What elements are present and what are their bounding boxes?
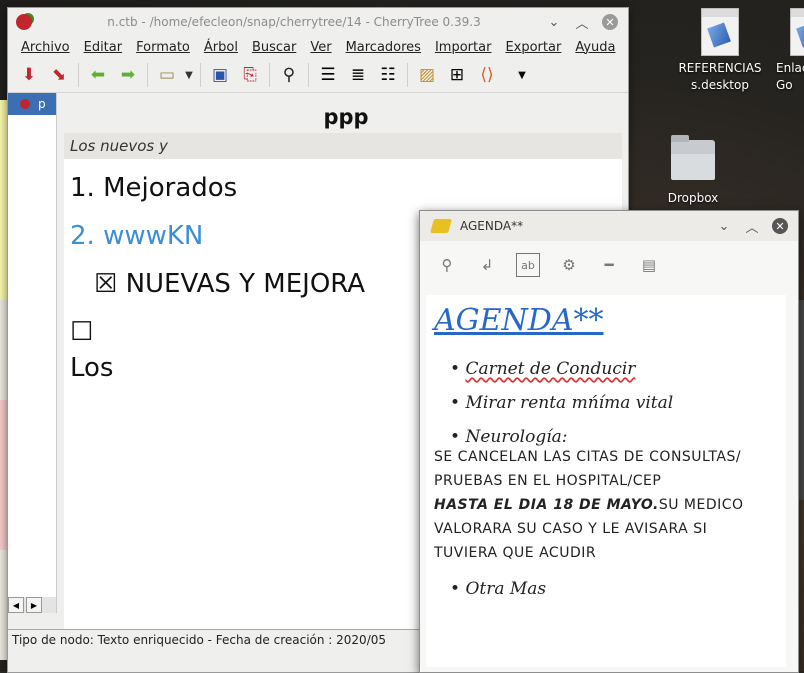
notes-list-icon[interactable]: ▤: [638, 254, 660, 276]
menu-bar: Archivo Editar Formato Árbol Buscar Ver …: [8, 36, 628, 58]
spellcheck-icon[interactable]: ab: [516, 253, 540, 277]
chevron-down-icon[interactable]: ▼: [502, 61, 542, 89]
desktop-file-icon: [701, 8, 739, 56]
window-title: AGENDA**: [460, 219, 524, 233]
menu-archivo[interactable]: Archivo: [14, 40, 77, 55]
todo-list-icon[interactable]: ☷: [373, 61, 403, 89]
list-item-text: Mirar renta mńíma vital: [465, 393, 674, 413]
desktop-icon-referencias[interactable]: REFERENCIAS s.desktop: [670, 8, 770, 94]
menu-ayuda[interactable]: Ayuda: [568, 40, 622, 55]
folder-icon: [671, 135, 715, 180]
toolbar: ⬇ ⬊ ⬅ ➡ ▭ ▼ ▣ ⎘ ⚲ ☰ ≣ ☷ ▨ ⊞ ⟨⟩ ▼: [8, 58, 628, 93]
separator: [407, 63, 408, 87]
link-icon[interactable]: ↲: [476, 254, 498, 276]
add-node-icon[interactable]: ⬇: [14, 61, 44, 89]
gear-icon[interactable]: ⚙: [558, 254, 580, 276]
open-folder-icon[interactable]: ▭: [152, 61, 182, 89]
menu-formato[interactable]: Formato: [129, 40, 197, 55]
separator: [308, 63, 309, 87]
desktop-icon-dropbox[interactable]: Dropbox: [643, 135, 743, 207]
chevron-down-icon[interactable]: ▼: [182, 70, 196, 81]
editor-line: 1. Mejorados: [70, 173, 238, 203]
node-tree[interactable]: p ◀ ▶: [8, 93, 57, 613]
tree-node-label: p: [38, 97, 46, 111]
cherry-icon: [20, 99, 30, 109]
highlighted-line: Los nuevos y: [64, 133, 622, 159]
menu-marcadores[interactable]: Marcadores: [339, 40, 428, 55]
bullet-list-icon[interactable]: ☰: [313, 61, 343, 89]
list-item-text: Neurología:: [465, 427, 568, 447]
note-window: AGENDA** ⌄ ︿ ✕ ⚲ ↲ ab ⚙ ━ ▤ AGENDA** Car…: [419, 210, 799, 673]
list-item: Mirar renta mńíma vital: [450, 393, 673, 413]
note-heading: AGENDA**: [434, 303, 604, 338]
checkbox[interactable]: ☐: [70, 317, 93, 347]
editor-line: Los: [70, 353, 114, 383]
close-icon[interactable]: ✕: [772, 218, 788, 234]
pdf-export-icon[interactable]: ⎘: [235, 61, 265, 89]
add-subnode-icon[interactable]: ⬊: [44, 61, 74, 89]
menu-arbol[interactable]: Árbol: [197, 40, 245, 55]
desktop-icon-label: REFERENCIAS s.desktop: [678, 61, 762, 92]
forward-arrow-icon[interactable]: ➡: [113, 61, 143, 89]
save-icon[interactable]: ▣: [205, 61, 235, 89]
insert-image-icon[interactable]: ▨: [412, 61, 442, 89]
minus-icon[interactable]: ━: [598, 254, 620, 276]
list-item: Carnet de Conducir: [450, 359, 635, 379]
cherry-icon: [16, 14, 32, 30]
back-arrow-icon[interactable]: ⬅: [83, 61, 113, 89]
note-paragraph: SE CANCELAN LAS CITAS DE CONSULTAS/ PRUE…: [434, 445, 774, 565]
menu-ver[interactable]: Ver: [303, 40, 338, 55]
para-bold-text: HASTA EL DIA 18 DE MAYO.: [434, 497, 659, 513]
menu-exportar[interactable]: Exportar: [498, 40, 568, 55]
maximize-icon[interactable]: ︿: [744, 218, 760, 236]
tree-node-selected[interactable]: p: [8, 93, 56, 115]
note-icon: [430, 219, 452, 233]
window-title: n.ctb - /home/efecleon/snap/cherrytree/1…: [107, 15, 481, 29]
menu-importar[interactable]: Importar: [428, 40, 498, 55]
desktop-file-icon: [790, 8, 804, 56]
separator: [200, 63, 201, 87]
search-icon[interactable]: ⚲: [274, 61, 304, 89]
list-item: Neurología:: [450, 427, 568, 447]
editor-line-link[interactable]: 2. wwwKN: [70, 221, 203, 251]
list-item-text: Carnet de Conducir: [465, 359, 636, 379]
search-icon[interactable]: ⚲: [436, 254, 458, 276]
scroll-right-icon[interactable]: ▶: [26, 597, 42, 613]
note-toolbar: ⚲ ↲ ab ⚙ ━ ▤: [420, 241, 798, 289]
numbered-list-icon[interactable]: ≣: [343, 61, 373, 89]
separator: [78, 63, 79, 87]
list-item-text: Otra Mas: [465, 579, 547, 599]
menu-buscar[interactable]: Buscar: [245, 40, 303, 55]
para-text: SE CANCELAN LAS CITAS DE CONSULTAS/ PRUE…: [434, 449, 742, 489]
chevron-down-icon[interactable]: ⌄: [546, 14, 562, 30]
list-item: Otra Mas: [450, 579, 546, 599]
title-bar[interactable]: AGENDA** ⌄ ︿ ✕: [420, 211, 798, 241]
scroll-left-icon[interactable]: ◀: [8, 597, 24, 613]
node-title: ppp: [323, 105, 369, 129]
editor-line-checked: ☒ NUEVAS Y MEJORA: [94, 269, 366, 299]
chevron-down-icon[interactable]: ⌄: [716, 218, 732, 234]
desktop-icon-label: Dropbox: [667, 191, 719, 205]
note-text-area[interactable]: AGENDA** Carnet de Conducir Mirar renta …: [426, 295, 786, 667]
insert-table-icon[interactable]: ⊞: [442, 61, 472, 89]
close-icon[interactable]: ✕: [602, 14, 618, 30]
maximize-icon[interactable]: ︿: [574, 14, 590, 32]
title-bar[interactable]: n.ctb - /home/efecleon/snap/cherrytree/1…: [8, 8, 628, 36]
horizontal-scrollbar[interactable]: ◀ ▶: [8, 597, 56, 613]
separator: [147, 63, 148, 87]
insert-codebox-icon[interactable]: ⟨⟩: [472, 61, 502, 89]
menu-editar[interactable]: Editar: [77, 40, 130, 55]
separator: [269, 63, 270, 87]
desktop-icon-enlace[interactable]: Enlac Go: [764, 8, 804, 94]
desktop-icon-label: Enlac Go: [776, 61, 804, 92]
